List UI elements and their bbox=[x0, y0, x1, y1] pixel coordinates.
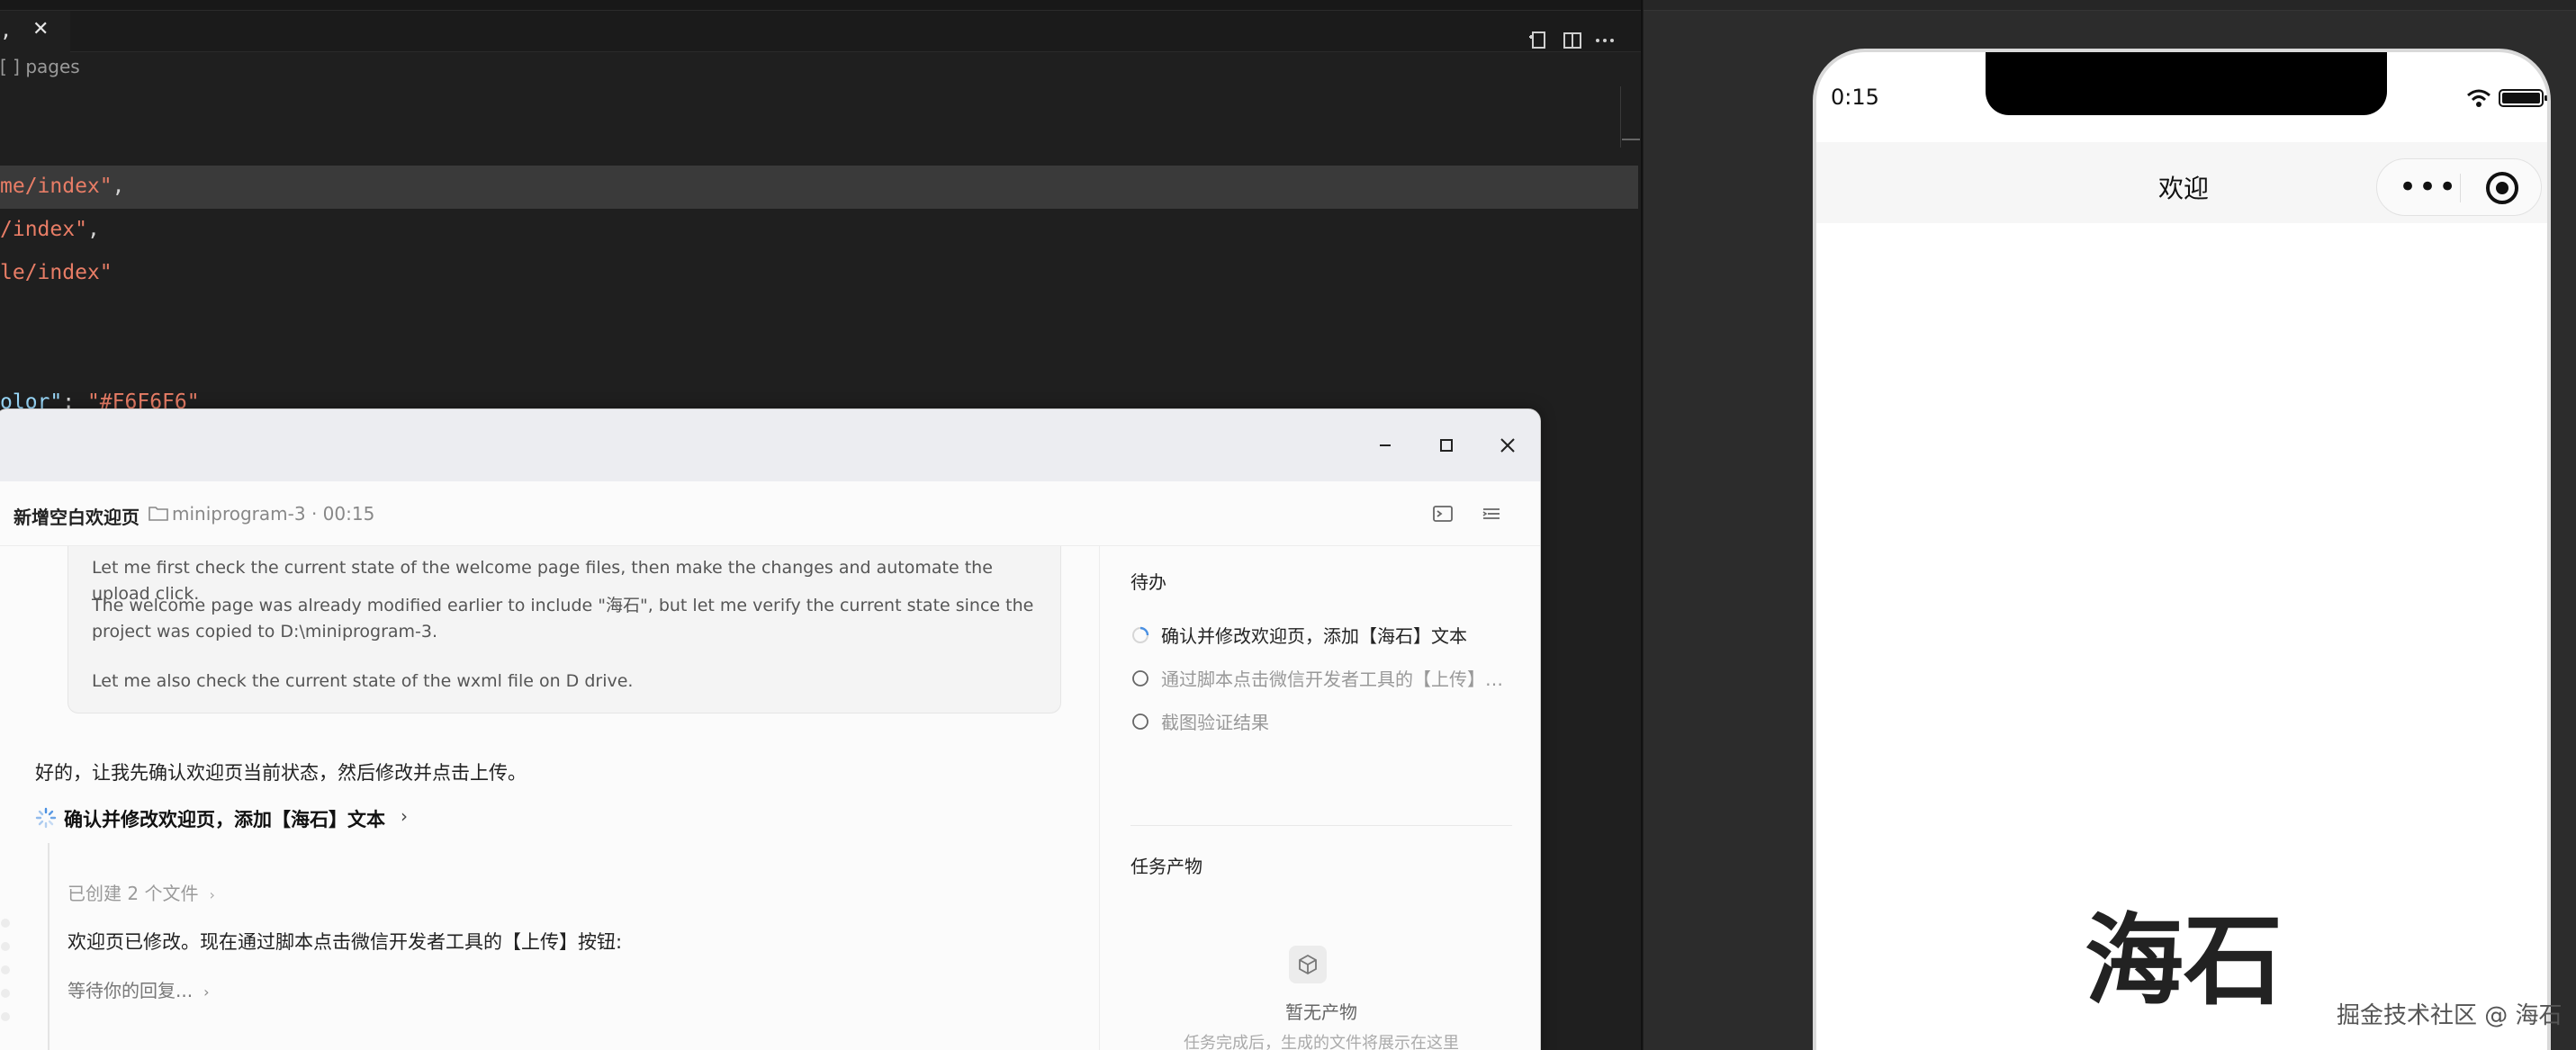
task-timeline-line bbox=[48, 843, 50, 1050]
session-title: 新增空白欢迎页 bbox=[14, 507, 140, 528]
agent-chat-window: 新增空白欢迎页 miniprogram-3 · 00:15 Let me fir… bbox=[0, 408, 1541, 1050]
current-line-highlight bbox=[0, 166, 1638, 209]
open-changes-icon[interactable] bbox=[1527, 29, 1550, 52]
code-line[interactable]: /index", bbox=[0, 218, 100, 241]
status-time: 0:15 bbox=[1831, 85, 1879, 110]
thinking-block: Let me first check the current state of … bbox=[68, 546, 1061, 713]
terminal-icon[interactable] bbox=[1430, 501, 1455, 526]
package-icon bbox=[1289, 946, 1327, 983]
timeline-dot bbox=[1, 1012, 10, 1021]
panel-divider[interactable] bbox=[1641, 0, 1643, 1050]
close-miniprogram-icon[interactable] bbox=[2485, 171, 2519, 205]
phone-frame: 0:15 欢迎 ••• 海石 bbox=[1813, 49, 2551, 1050]
close-icon[interactable] bbox=[1493, 431, 1522, 460]
wifi-icon bbox=[2467, 89, 2490, 107]
thinking-line: Let me also check the current state of t… bbox=[92, 671, 634, 691]
code-string: le/index" bbox=[0, 261, 113, 284]
pending-circle-icon bbox=[1132, 670, 1148, 687]
capsule-divider bbox=[2460, 174, 2461, 202]
artifacts-heading: 任务产物 bbox=[1130, 856, 1202, 877]
empty-state-subtitle: 任务完成后，生成的文件将展示在这里 bbox=[1184, 1034, 1459, 1050]
battery-icon bbox=[2499, 89, 2547, 107]
assistant-message: 好的，让我先确认欢迎页当前状态，然后修改并点击上传。 bbox=[35, 762, 527, 784]
timeline-dot bbox=[1, 919, 10, 928]
todo-text: 截图验证结果 bbox=[1161, 712, 1269, 733]
side-panel: 待办 确认并修改欢迎页，添加【海石】文本 通过脚本点击微信开发者工具的【上传】按… bbox=[1099, 546, 1540, 1050]
editor-top-strip bbox=[0, 0, 1642, 11]
code-punctuation: , bbox=[86, 218, 100, 241]
phone-notch bbox=[1986, 52, 2387, 115]
code-string: /index" bbox=[0, 218, 87, 241]
waiting-reply-link[interactable]: 等待你的回复... › bbox=[68, 976, 209, 1002]
chevron-right-icon: › bbox=[209, 886, 215, 903]
more-icon[interactable]: ••• bbox=[2399, 170, 2458, 204]
todo-text: 确认并修改欢迎页，添加【海石】文本 bbox=[1161, 625, 1467, 647]
more-actions-icon[interactable] bbox=[1593, 29, 1617, 52]
timeline-dot bbox=[1, 942, 10, 951]
divider bbox=[1130, 825, 1512, 826]
created-files-label: 已创建 2 个文件 bbox=[68, 883, 199, 904]
code-string: me/index" bbox=[0, 175, 113, 198]
editor-tab[interactable]: , ✕ bbox=[0, 11, 70, 52]
editor-tab-label: , bbox=[0, 20, 13, 42]
window-titlebar[interactable] bbox=[0, 409, 1540, 481]
code-line[interactable]: me/index", bbox=[0, 175, 124, 198]
timeline-dot bbox=[1, 965, 10, 974]
thinking-line: The welcome page was already modified ea… bbox=[92, 596, 1034, 642]
close-icon[interactable]: ✕ bbox=[32, 18, 49, 40]
in-progress-icon bbox=[1132, 626, 1149, 643]
task-step-label: 确认并修改欢迎页，添加【海石】文本 bbox=[64, 809, 385, 830]
minimize-icon[interactable] bbox=[1371, 431, 1400, 460]
panel-toggle-icon[interactable] bbox=[1479, 501, 1504, 526]
chevron-right-icon: › bbox=[203, 983, 210, 1001]
editor-tab-bar: , ✕ bbox=[0, 11, 1642, 52]
empty-state-title: 暂无产物 bbox=[1285, 1001, 1357, 1023]
breadcrumb[interactable]: [ ] pages bbox=[0, 56, 80, 77]
split-editor-icon[interactable] bbox=[1561, 29, 1584, 52]
pending-circle-icon bbox=[1132, 713, 1148, 730]
chevron-right-icon[interactable]: › bbox=[401, 805, 408, 827]
folder-icon bbox=[149, 507, 168, 521]
minimap-slider[interactable] bbox=[1622, 139, 1640, 140]
timeline-dot bbox=[1, 989, 10, 998]
navigation-bar: 欢迎 ••• bbox=[1816, 142, 2547, 223]
simulator-panel: 0:15 欢迎 ••• 海石 bbox=[1644, 0, 2576, 1050]
code-line[interactable]: le/index" bbox=[0, 261, 113, 284]
waiting-label: 等待你的回复... bbox=[68, 980, 194, 1001]
session-header: 新增空白欢迎页 miniprogram-3 · 00:15 bbox=[0, 481, 1540, 546]
created-files-link[interactable]: 已创建 2 个文件 › bbox=[68, 879, 215, 905]
session-meta: miniprogram-3 · 00:15 bbox=[172, 503, 375, 525]
todo-text: 通过脚本点击微信开发者工具的【上传】按钮 bbox=[1161, 669, 1503, 690]
simulator-toolbar bbox=[1644, 0, 2576, 11]
code-punctuation: , bbox=[112, 175, 125, 198]
assistant-status-message: 欢迎页已修改。现在通过脚本点击微信开发者工具的【上传】按钮: bbox=[68, 931, 623, 953]
chat-thread[interactable]: Let me first check the current state of … bbox=[0, 546, 1099, 1050]
todo-heading: 待办 bbox=[1130, 571, 1166, 593]
loading-spinner-icon bbox=[35, 807, 57, 829]
capsule-menu[interactable]: ••• bbox=[2376, 158, 2542, 216]
watermark: 掘金技术社区 @ 海石 bbox=[2337, 1002, 2562, 1029]
maximize-icon[interactable] bbox=[1432, 431, 1461, 460]
